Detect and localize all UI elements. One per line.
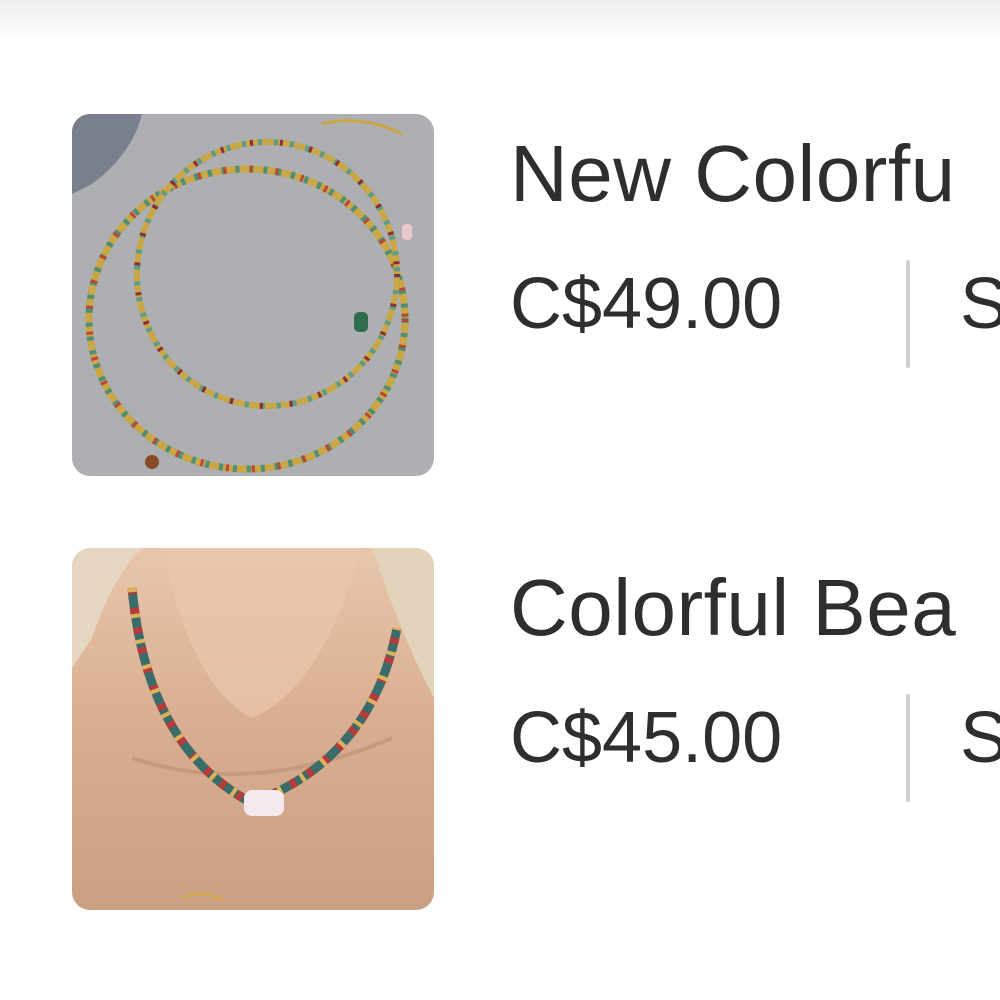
price-secondary-text: S xyxy=(960,264,1000,344)
product-list-item[interactable]: Colorful Bea C$45.00 S xyxy=(0,548,1000,914)
price-divider xyxy=(906,260,910,368)
price-divider xyxy=(906,694,910,802)
top-shadow xyxy=(0,0,1000,40)
beaded-pearl-necklace-on-model-image xyxy=(72,548,434,910)
product-price: C$45.00 xyxy=(510,698,783,778)
product-thumbnail[interactable] xyxy=(72,548,434,910)
product-thumbnail[interactable] xyxy=(72,114,434,476)
price-secondary-text: S xyxy=(960,698,1000,778)
product-price: C$49.00 xyxy=(510,264,783,344)
product-title[interactable]: New Colorfu xyxy=(510,124,956,224)
layered-beaded-necklace-image xyxy=(72,114,434,476)
product-title[interactable]: Colorful Bea xyxy=(510,558,956,658)
product-list-screen: New Colorfu C$49.00 S Colorful Bea C$45.… xyxy=(0,0,1000,1000)
product-list-item[interactable]: New Colorfu C$49.00 S xyxy=(0,114,1000,480)
